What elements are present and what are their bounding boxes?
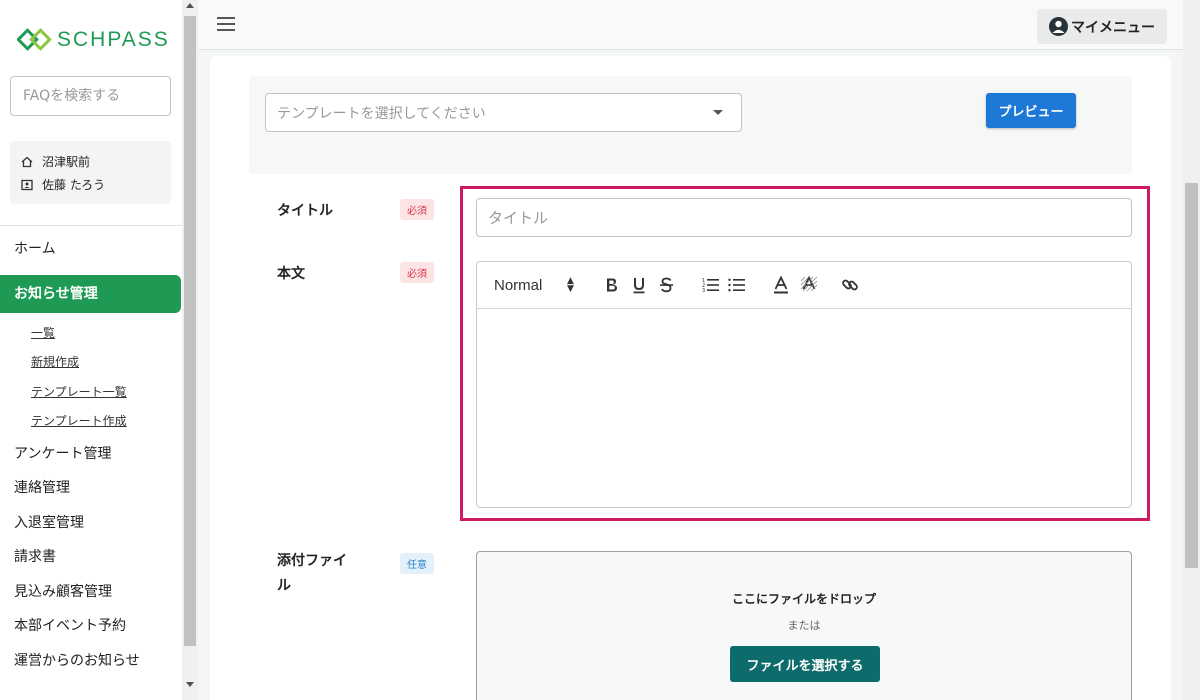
sidebar-item-hq-events[interactable]: 本部イベント予約 bbox=[0, 609, 182, 644]
editor-content-area[interactable] bbox=[477, 309, 1131, 507]
sidebar-divider bbox=[0, 225, 182, 226]
sidebar-item-attendance[interactable]: 入退室管理 bbox=[0, 506, 182, 541]
sidebar-scrollbar[interactable] bbox=[182, 0, 198, 700]
my-menu-label: マイメニュー bbox=[1071, 19, 1155, 36]
template-panel: テンプレートを選択してください プレビュー bbox=[249, 76, 1132, 174]
school-row: 沼津駅前 bbox=[20, 150, 161, 173]
logo[interactable]: SCHPASS bbox=[16, 27, 170, 53]
page-scrollbar-thumb[interactable] bbox=[1185, 183, 1198, 568]
file-dropzone[interactable]: ここにファイルをドロップ または ファイルを選択する bbox=[476, 551, 1132, 700]
body-field-label: 本文 bbox=[277, 266, 305, 282]
top-bar: マイメニュー bbox=[198, 0, 1183, 50]
text-color-icon[interactable] bbox=[773, 274, 789, 296]
school-user-card: 沼津駅前 佐藤 たろう bbox=[10, 141, 171, 204]
my-menu-button[interactable]: マイメニュー bbox=[1037, 9, 1167, 44]
title-input[interactable]: タイトル bbox=[476, 198, 1132, 237]
format-select-updown-icon[interactable]: ▲ ▼ bbox=[567, 274, 574, 296]
editor-toolbar: Normal ▲ ▼ 123 bbox=[477, 262, 1131, 309]
home-icon bbox=[20, 155, 34, 169]
underline-icon[interactable] bbox=[632, 274, 646, 296]
template-select-placeholder: テンプレートを選択してください bbox=[277, 105, 486, 122]
scroll-down-arrow-icon[interactable] bbox=[186, 682, 194, 687]
background-color-icon[interactable] bbox=[800, 274, 818, 296]
attachment-optional-badge: 任意 bbox=[400, 553, 434, 574]
page-scrollbar[interactable] bbox=[1183, 0, 1200, 700]
hamburger-menu-icon[interactable] bbox=[217, 17, 235, 31]
sidebar-subitem-list[interactable]: 一覧 bbox=[0, 319, 182, 349]
logo-text: SCHPASS bbox=[57, 28, 170, 51]
select-file-button[interactable]: ファイルを選択する bbox=[730, 646, 880, 682]
template-select[interactable]: テンプレートを選択してください bbox=[265, 93, 742, 132]
bold-icon[interactable] bbox=[605, 274, 619, 296]
user-row: 佐藤 たろう bbox=[20, 173, 161, 196]
title-input-placeholder: タイトル bbox=[488, 209, 549, 227]
dropdown-caret-icon bbox=[713, 110, 723, 115]
sidebar-subitem-template-create[interactable]: テンプレート作成 bbox=[0, 407, 182, 437]
sidebar-scrollbar-thumb[interactable] bbox=[184, 16, 196, 646]
preview-button[interactable]: プレビュー bbox=[986, 93, 1076, 128]
sidebar-item-contact[interactable]: 連絡管理 bbox=[0, 471, 182, 506]
body-required-badge: 必須 bbox=[400, 262, 434, 283]
sidebar-item-prospects[interactable]: 見込み顧客管理 bbox=[0, 575, 182, 610]
scroll-up-arrow-icon[interactable] bbox=[186, 3, 194, 8]
title-field-label: タイトル bbox=[277, 203, 333, 219]
user-name: 佐藤 たろう bbox=[42, 178, 106, 192]
logo-mark-icon bbox=[16, 27, 53, 53]
link-icon[interactable] bbox=[841, 274, 859, 296]
svg-text:3: 3 bbox=[702, 288, 705, 293]
strikethrough-icon[interactable] bbox=[659, 274, 674, 296]
faq-search-input[interactable] bbox=[10, 76, 171, 116]
attachment-field-label: 添付ファイル bbox=[277, 553, 347, 594]
dropzone-title: ここにファイルをドロップ bbox=[731, 592, 876, 606]
format-select[interactable]: Normal bbox=[494, 274, 542, 296]
rich-text-editor[interactable]: Normal ▲ ▼ 123 bbox=[476, 261, 1132, 508]
sidebar: SCHPASS 沼津駅前 佐藤 たろう ホーム お知らせ管理 一覧 新規作成 テ… bbox=[0, 0, 182, 700]
dropzone-or-text: または bbox=[787, 619, 821, 632]
sidebar-item-home[interactable]: ホーム bbox=[0, 232, 182, 267]
id-card-icon bbox=[20, 178, 34, 192]
sidebar-item-notice-management[interactable]: お知らせ管理 bbox=[0, 274, 181, 313]
sidebar-nav: ホーム お知らせ管理 一覧 新規作成 テンプレート一覧 テンプレート作成 アンケ… bbox=[0, 232, 182, 678]
sidebar-item-invoice[interactable]: 請求書 bbox=[0, 540, 182, 575]
sidebar-subitem-new[interactable]: 新規作成 bbox=[0, 348, 182, 378]
notice-form-card: テンプレートを選択してください プレビュー タイトル 必須 本文 必須 タイトル… bbox=[210, 56, 1171, 700]
school-name: 沼津駅前 bbox=[42, 155, 91, 169]
bullet-list-icon[interactable] bbox=[728, 274, 746, 296]
account-circle-icon bbox=[1049, 17, 1068, 36]
sidebar-item-operator-notices[interactable]: 運営からのお知らせ bbox=[0, 644, 182, 679]
title-required-badge: 必須 bbox=[400, 199, 434, 220]
sidebar-item-survey[interactable]: アンケート管理 bbox=[0, 437, 182, 472]
ordered-list-icon[interactable]: 123 bbox=[702, 274, 720, 296]
sidebar-subitem-template-list[interactable]: テンプレート一覧 bbox=[0, 378, 182, 408]
